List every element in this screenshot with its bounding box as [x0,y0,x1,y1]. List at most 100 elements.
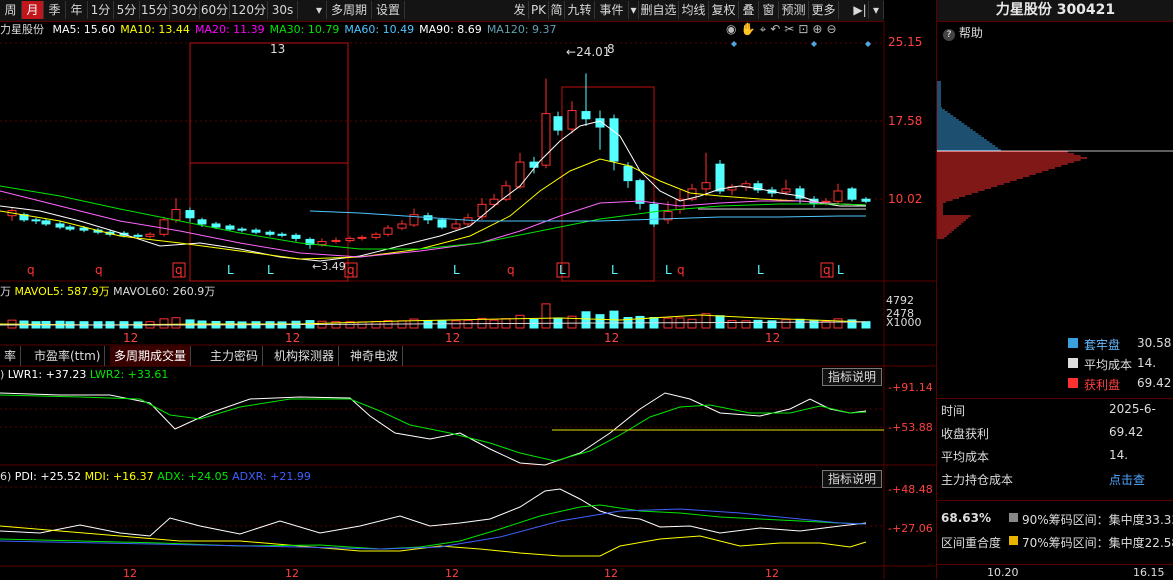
range-swatch [1009,513,1018,522]
dmi-legend: 6) PDI: +25.52 MDI: +16.37 ADX: +24.05 A… [0,470,311,483]
hand-icon[interactable]: ✋ [740,22,759,36]
lwr-explain-button[interactable]: 指标说明 [822,368,883,386]
period-tab-1[interactable]: 月 [22,1,44,19]
volume-bar [171,317,181,329]
scissors-icon[interactable]: ✂ [784,22,798,36]
menu-chevron-icon[interactable]: ▾ [869,1,884,19]
event-chevron-icon[interactable]: ▾ [629,1,639,19]
volume-bar [371,320,381,329]
period-tab-8[interactable]: 60分 [200,1,230,19]
volume-x-tick: 12 [604,331,620,345]
event-diamond-icon[interactable] [865,41,871,47]
stat-label: 收盘获利 [941,427,990,441]
period-tab-9[interactable]: 120分 [230,1,268,19]
volume-bar [741,320,751,329]
pdi-label: PDI: +25.52 [14,470,82,483]
signal-marker: L [837,263,844,277]
signal-marker-label: L [267,263,274,277]
multi-period-button[interactable]: 多周期 [327,1,372,19]
candle [567,101,577,134]
zoom-in-icon[interactable]: ⊕ [812,22,826,36]
toolbar-button-9[interactable]: 窗 [759,1,779,19]
toolbar-button-4[interactable]: 事件 [595,1,629,19]
zoom-out-icon[interactable]: ⊖ [826,22,840,36]
event-diamond-icon[interactable] [731,41,737,47]
indicator-tab-5[interactable]: 神奇电波 [346,346,404,366]
crosshair-icon[interactable]: ⌖ [759,22,770,36]
ma-legend: 力星股份 MA5: 15.60 MA10: 13.44 MA20: 11.39 MA3… [0,22,557,38]
signal-marker: L [556,262,570,278]
signal-marker: L [227,263,234,277]
td-count-13: 13 [270,42,285,56]
toolbar-button-1[interactable]: PK [529,1,549,19]
undo-icon[interactable]: ↶ [770,22,784,36]
ma-legend-item: MA90: 8.69 [419,23,482,36]
volume-bar [727,320,737,329]
dropdown-chevron-icon[interactable]: ▾ [312,1,327,19]
stat-value: 2025-6- [1109,402,1156,416]
ma-line [0,120,866,262]
indicator-tab-4[interactable]: 机构探测器 [270,346,340,366]
lock-icon[interactable]: ⊡ [798,22,812,36]
volume-x-tick: 12 [123,331,139,345]
help-link[interactable]: ? 帮助 [943,24,983,41]
indicator-tab-0[interactable]: 率 [0,346,22,366]
stock-short-name: 力星股份 [0,23,44,36]
candle [251,228,261,235]
indicator-tab-2[interactable]: 多周期成交量 [110,346,192,366]
indicator-tab-1[interactable]: 市盈率(ttm) [30,346,106,366]
td-count-8: 8 [607,42,615,56]
toolbar-button-2[interactable]: 简 [549,1,565,19]
signal-marker: L [665,263,672,277]
candle [861,197,871,204]
volume-x-tick: 12 [765,331,781,345]
period-tab-10[interactable]: 30s [268,1,298,19]
indicator-tab-3[interactable]: 主力密码 [206,346,264,366]
candle [781,179,791,196]
toolbar-button-11[interactable]: 更多 [809,1,839,19]
legend-label: 套牢盘 [1084,338,1121,352]
low-annotation: ←3.49 [312,260,346,273]
volume-axis-top: 4792 [886,294,914,307]
candle [265,230,275,237]
event-diamond-icon[interactable] [811,41,817,47]
toolbar-button-0[interactable]: 发 [511,1,529,19]
settings-button[interactable]: 设置 [372,1,405,19]
candle [331,237,341,244]
volume-legend: 万 MAVOL5: 587.9万 MAVOL60: 260.9万 [0,285,216,298]
candle [635,178,645,210]
period-tab-3[interactable]: 年 [66,1,88,19]
kline-chart-area[interactable]: qqqLLqLqLLLqLqL ←24.01 8 13 ←3.49 [0,21,936,579]
signal-marker-label: q [175,263,183,277]
candle [383,224,393,237]
volume-axis-unit: X1000 [886,316,922,329]
range-label: 70%筹码区间：集中度22.58 [1022,536,1173,550]
ma-legend-item: MA120: 9.37 [486,23,557,36]
volume-bar [451,320,461,329]
volume-x-tick: 12 [285,331,301,345]
toolbar-button-6[interactable]: 均线 [679,1,709,19]
panel-title: 力星股份 300421 [937,0,1173,22]
query-link[interactable]: 点击查 [1109,471,1145,488]
candle [675,189,685,214]
eye-icon[interactable]: ◉ [726,22,740,36]
expand-right-icon[interactable]: ▶| [852,1,869,19]
legend-swatch [1068,378,1078,388]
toolbar-button-8[interactable]: 叠 [739,1,759,19]
dmi-explain-button[interactable]: 指标说明 [822,470,883,488]
period-tab-0[interactable]: 周 [0,1,22,19]
period-tab-4[interactable]: 1分 [88,1,114,19]
ma-legend-item: MA60: 10.49 [344,23,415,36]
toolbar-button-7[interactable]: 复权 [709,1,739,19]
candle [451,219,461,231]
period-tab-5[interactable]: 5分 [114,1,140,19]
period-tab-2[interactable]: 季 [44,1,66,19]
toolbar-button-10[interactable]: 预测 [779,1,809,19]
toolbar-button-5[interactable]: 删自选 [639,1,679,19]
toolbar-button-3[interactable]: 九转 [565,1,595,19]
period-tab-7[interactable]: 30分 [170,1,200,19]
candle [701,152,711,197]
period-tab-6[interactable]: 15分 [140,1,170,19]
bottom-x-tick: 12 [285,567,299,580]
ma-line [309,210,866,222]
